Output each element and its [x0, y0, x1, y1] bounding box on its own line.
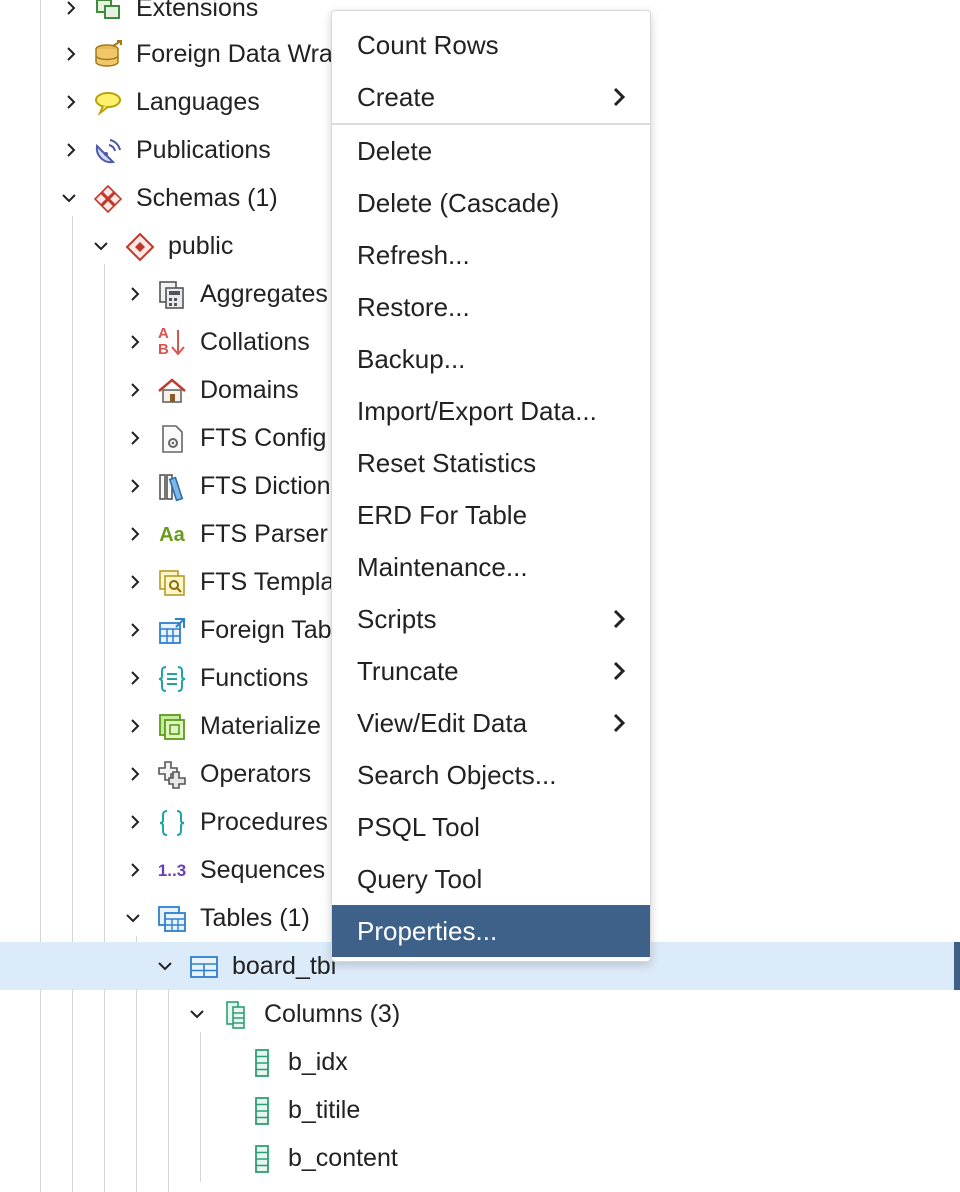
- chevron-right-icon[interactable]: [60, 90, 82, 114]
- menu-item-count-rows[interactable]: Count Rows: [332, 19, 650, 71]
- chevron-right-icon[interactable]: [124, 282, 146, 306]
- context-menu: Count Rows Create Delete Delete (Cascade…: [331, 10, 651, 962]
- chevron-down-icon[interactable]: [122, 906, 144, 930]
- menu-item-delete[interactable]: Delete: [332, 125, 650, 177]
- fts-dictionary-icon: [156, 471, 188, 503]
- chevron-right-icon[interactable]: [124, 858, 146, 882]
- schemas-icon: [92, 183, 124, 215]
- columns-icon: [220, 999, 252, 1031]
- menu-item-truncate[interactable]: Truncate: [332, 645, 650, 697]
- menu-item-erd-for-table[interactable]: ERD For Table: [332, 489, 650, 541]
- menu-item-scripts[interactable]: Scripts: [332, 593, 650, 645]
- tree-node-label: board_tbl: [232, 952, 337, 980]
- menu-item-restore[interactable]: Restore...: [332, 281, 650, 333]
- chevron-right-icon: [610, 593, 628, 645]
- chevron-right-icon[interactable]: [124, 330, 146, 354]
- tree-node-label: Extensions: [136, 0, 259, 22]
- tree-node-label: FTS Config: [200, 424, 327, 452]
- aggregates-icon: [156, 279, 188, 311]
- menu-item-create[interactable]: Create: [332, 71, 650, 123]
- functions-icon: [156, 663, 188, 695]
- chevron-right-icon[interactable]: [124, 810, 146, 834]
- publications-icon: [92, 135, 124, 167]
- tree-node-label: Collations: [200, 328, 310, 356]
- chevron-right-icon[interactable]: [124, 666, 146, 690]
- chevron-down-icon[interactable]: [154, 954, 176, 978]
- chevron-right-icon[interactable]: [124, 762, 146, 786]
- tree-node-label: Publications: [136, 136, 271, 164]
- tree-node-label: Materialize: [200, 712, 321, 740]
- tree-node-label: public: [168, 232, 234, 260]
- extensions-icon: [92, 0, 124, 25]
- menu-item-properties[interactable]: Properties...: [332, 905, 650, 957]
- menu-item-refresh[interactable]: Refresh...: [332, 229, 650, 281]
- tree-node-label: FTS Diction: [200, 472, 331, 500]
- fts-parser-icon: Aa: [159, 523, 185, 546]
- chevron-right-icon: [610, 71, 628, 123]
- chevron-right-icon[interactable]: [60, 138, 82, 162]
- menu-item-psql-tool[interactable]: PSQL Tool: [332, 801, 650, 853]
- chevron-right-icon[interactable]: [124, 618, 146, 642]
- tree-node-column-b-idx[interactable]: b_idx: [0, 1038, 960, 1086]
- tree-node-label: Aggregates: [200, 280, 328, 308]
- tree-node-label: Sequences: [200, 856, 326, 884]
- tree-node-label: Schemas (1): [136, 184, 278, 212]
- procedures-icon: [156, 807, 188, 839]
- fts-configuration-icon: [156, 423, 188, 455]
- chevron-right-icon[interactable]: [124, 714, 146, 738]
- foreign-table-icon: [156, 615, 188, 647]
- tree-node-label: Tables (1): [200, 904, 310, 932]
- menu-item-query-tool[interactable]: Query Tool: [332, 853, 650, 905]
- column-icon: [246, 1047, 278, 1079]
- tree-node-label: Functions: [200, 664, 309, 692]
- foreign-data-wrapper-icon: [92, 39, 124, 71]
- chevron-right-icon[interactable]: [124, 522, 146, 546]
- menu-item-backup[interactable]: Backup...: [332, 333, 650, 385]
- tree-node-label: Languages: [136, 88, 260, 116]
- chevron-down-icon[interactable]: [58, 186, 80, 210]
- chevron-right-icon[interactable]: [124, 570, 146, 594]
- chevron-down-icon[interactable]: [90, 234, 112, 258]
- tree-node-label: b_titile: [288, 1096, 361, 1124]
- tree-node-column-b-titile[interactable]: b_titile: [0, 1086, 960, 1134]
- tables-icon: [156, 903, 188, 935]
- fts-template-icon: [156, 567, 188, 599]
- menu-item-maintenance[interactable]: Maintenance...: [332, 541, 650, 593]
- sequences-icon: 1..3: [157, 861, 187, 880]
- chevron-right-icon[interactable]: [60, 0, 82, 20]
- tree-node-label: b_content: [288, 1144, 398, 1172]
- tree-node-label: Operators: [200, 760, 312, 788]
- table-icon: [188, 951, 220, 983]
- tree-node-label: Procedures: [200, 808, 328, 836]
- tree-node-label: FTS Parser: [200, 520, 328, 548]
- collations-icon: A B: [156, 325, 188, 359]
- column-icon: [246, 1095, 278, 1127]
- column-icon: [246, 1143, 278, 1175]
- chevron-right-icon: [610, 697, 628, 749]
- schema-icon: [124, 231, 156, 263]
- materialized-view-icon: [156, 711, 188, 743]
- tree-node-label: Columns (3): [264, 1000, 401, 1028]
- chevron-right-icon[interactable]: [124, 474, 146, 498]
- chevron-right-icon: [610, 645, 628, 697]
- chevron-right-icon[interactable]: [60, 42, 82, 66]
- tree-node-label: Foreign Tab: [200, 616, 332, 644]
- chevron-down-icon[interactable]: [186, 1002, 208, 1026]
- tree-node-label: FTS Templa: [200, 568, 335, 596]
- languages-icon: [92, 87, 124, 119]
- operators-icon: [156, 759, 188, 791]
- tree-node-label: b_idx: [288, 1048, 348, 1076]
- tree-node-label: Domains: [200, 376, 299, 404]
- menu-item-reset-statistics[interactable]: Reset Statistics: [332, 437, 650, 489]
- chevron-right-icon[interactable]: [124, 378, 146, 402]
- menu-item-delete-cascade[interactable]: Delete (Cascade): [332, 177, 650, 229]
- menu-item-search-objects[interactable]: Search Objects...: [332, 749, 650, 801]
- domains-icon: [156, 375, 188, 407]
- chevron-right-icon[interactable]: [124, 426, 146, 450]
- menu-item-import-export-data[interactable]: Import/Export Data...: [332, 385, 650, 437]
- menu-item-view-edit-data[interactable]: View/Edit Data: [332, 697, 650, 749]
- tree-node-label: Foreign Data Wra: [136, 40, 333, 68]
- tree-node-columns[interactable]: Columns (3): [0, 990, 960, 1038]
- tree-node-column-b-content[interactable]: b_content: [0, 1134, 960, 1182]
